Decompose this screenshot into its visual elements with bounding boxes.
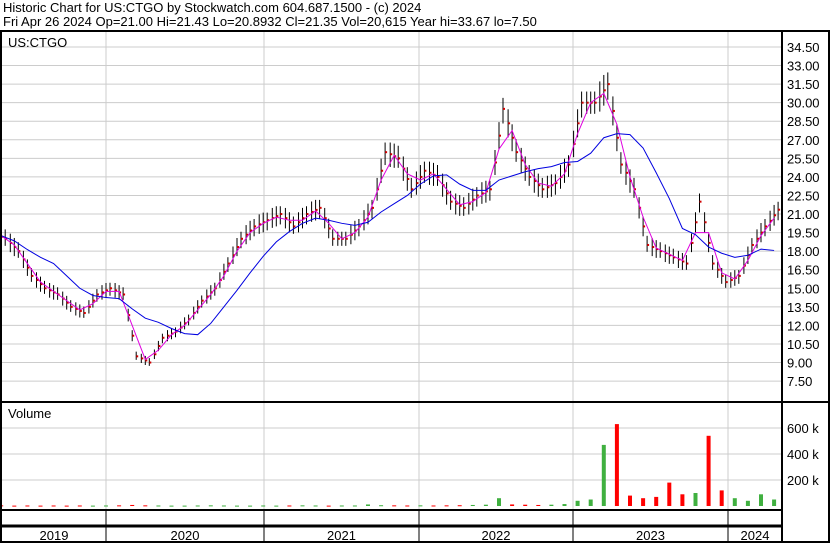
volume-bar — [562, 504, 567, 506]
volume-bar — [759, 494, 763, 506]
year-label: 2023 — [636, 528, 665, 543]
volume-bar — [90, 505, 95, 507]
price-tick-label: 34.50 — [787, 40, 820, 55]
volume-bar — [588, 499, 593, 506]
price-tick-label: 28.50 — [787, 114, 820, 129]
volume-bar — [628, 495, 632, 506]
volume-bar — [366, 504, 370, 506]
year-label: 2024 — [741, 528, 770, 543]
price-tick-label: 16.50 — [787, 263, 820, 278]
volume-bar — [497, 498, 501, 506]
volume-bar — [339, 505, 344, 507]
long-ma-line — [0, 133, 775, 336]
volume-tick-label: 400 k — [787, 447, 819, 462]
volume-bar — [601, 444, 606, 506]
price-tick-label: 33.00 — [787, 59, 820, 74]
price-tick-label: 21.00 — [787, 207, 820, 222]
volume-bar — [130, 504, 135, 506]
volume-bar — [313, 505, 318, 507]
volume-bar — [379, 505, 384, 507]
year-label: 2019 — [40, 528, 69, 543]
volume-tick-label: 200 k — [787, 473, 819, 488]
volume-bar — [261, 505, 266, 507]
chart-canvas: US:CTGO Volume 34.50 33.00 31.50 30.00 28.50… — [0, 30, 830, 543]
volume-bar — [719, 490, 724, 506]
volume-bar — [392, 505, 397, 507]
volume-bar — [169, 505, 174, 507]
volume-bar — [536, 504, 541, 506]
price-tick-label: 19.50 — [787, 226, 820, 241]
volume-bar — [117, 505, 122, 507]
price-tick-label: 15.00 — [787, 281, 820, 296]
chart-border — [0, 30, 783, 543]
volume-bar — [235, 505, 239, 507]
volume-bar — [510, 504, 515, 506]
volume-bar — [64, 505, 69, 507]
volume-label: Volume — [8, 406, 51, 421]
volume-bar — [352, 505, 357, 507]
price-tick-label: 13.50 — [787, 300, 820, 315]
volume-bar — [326, 505, 331, 507]
price-tick-label: 25.50 — [787, 151, 820, 166]
year-label: 2021 — [327, 528, 356, 543]
volume-bar — [143, 505, 148, 507]
volume-bar — [444, 505, 449, 507]
volume-bar — [104, 505, 108, 507]
year-label: 2022 — [482, 528, 511, 543]
volume-bar — [208, 505, 213, 507]
volume-bar — [680, 494, 685, 506]
volume-bar — [641, 498, 646, 506]
volume-bar — [549, 504, 554, 506]
volume-bar — [693, 493, 698, 506]
price-tick-label: 27.00 — [787, 133, 820, 148]
volume-bar — [182, 505, 187, 507]
volume-bar — [431, 505, 436, 507]
volume-bar — [483, 504, 488, 506]
price-tick-label: 30.00 — [787, 96, 820, 111]
symbol-label: US:CTGO — [8, 35, 67, 50]
volume-bar — [221, 505, 226, 507]
volume-bar — [195, 505, 200, 507]
stock-chart: Historic Chart for US:CTGO by Stockwatch… — [0, 0, 830, 543]
volume-bar — [77, 505, 82, 507]
volume-bar — [575, 500, 580, 506]
price-tick-label: 18.00 — [787, 244, 820, 259]
price-tick-label: 9.00 — [787, 356, 812, 371]
volume-bar — [38, 505, 43, 507]
volume-bar — [418, 505, 423, 507]
volume-bar — [405, 505, 410, 507]
volume-bar — [12, 505, 17, 507]
volume-bar — [470, 504, 475, 506]
volume-bar — [654, 496, 659, 506]
volume-bar — [667, 482, 672, 506]
price-tick-label: 24.00 — [787, 170, 820, 185]
price-tick-label: 7.50 — [787, 374, 812, 389]
volume-bar — [732, 498, 737, 506]
volume-bar — [274, 505, 279, 507]
volume-bar — [706, 435, 711, 506]
volume-bar — [156, 505, 161, 507]
short-ma-line — [0, 92, 775, 361]
price-tick-label: 31.50 — [787, 77, 820, 92]
volume-bar — [287, 505, 292, 507]
volume-tick-label: 600 k — [787, 421, 819, 436]
year-label: 2020 — [171, 528, 200, 543]
volume-bar — [614, 424, 619, 506]
price-tick-label: 12.00 — [787, 318, 820, 333]
volume-bar — [248, 505, 253, 507]
volume-bar — [25, 505, 30, 507]
volume-bar — [745, 500, 750, 506]
volume-bar — [300, 505, 305, 507]
price-tick-label: 22.50 — [787, 188, 820, 203]
volume-bar — [51, 505, 56, 507]
volume-bar — [523, 504, 528, 506]
price-tick-label: 10.50 — [787, 337, 820, 352]
volume-bar — [772, 499, 777, 506]
volume-bar — [457, 505, 462, 507]
